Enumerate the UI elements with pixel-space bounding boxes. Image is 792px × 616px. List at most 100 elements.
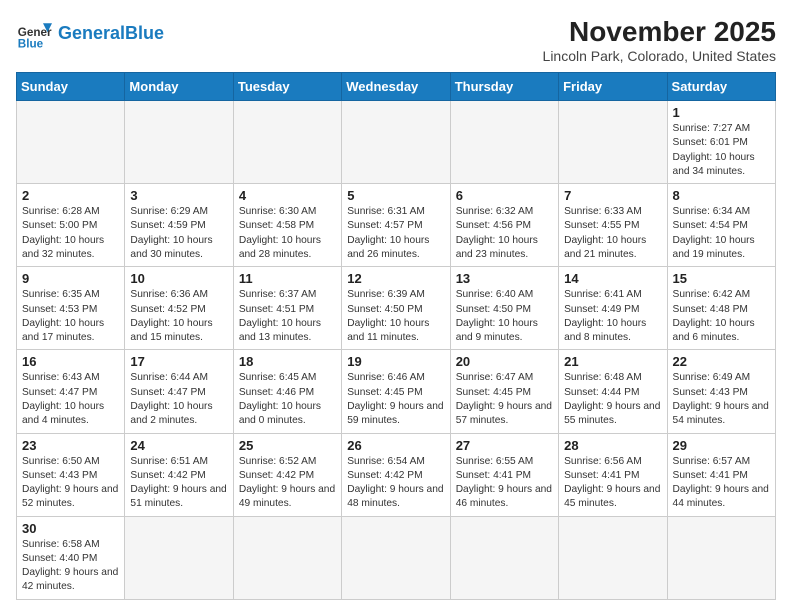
day-info: Sunrise: 6:49 AM Sunset: 4:43 PM Dayligh… <box>673 371 770 428</box>
day-number: 20 <box>456 354 553 369</box>
day-cell: 29Sunrise: 6:57 AM Sunset: 4:41 PM Dayli… <box>667 433 775 516</box>
day-number: 17 <box>130 354 227 369</box>
day-number: 25 <box>239 438 336 453</box>
day-number: 24 <box>130 438 227 453</box>
column-header-friday: Friday <box>559 73 667 101</box>
day-number: 13 <box>456 271 553 286</box>
day-info: Sunrise: 6:58 AM Sunset: 4:40 PM Dayligh… <box>22 538 119 595</box>
day-info: Sunrise: 6:36 AM Sunset: 4:52 PM Dayligh… <box>130 288 227 345</box>
day-cell: 17 Sunrise: 6:44 AM Sunset: 4:47 PM Dayli… <box>125 350 233 433</box>
day-number: 9 <box>22 271 119 286</box>
day-cell: 24 Sunrise: 6:51 AM Sunset: 4:42 PM Dayli… <box>125 433 233 516</box>
day-number: 8 <box>673 188 770 203</box>
logo-text: GeneralBlue <box>58 24 164 44</box>
column-header-thursday: Thursday <box>450 73 558 101</box>
svg-text:Blue: Blue <box>18 38 44 51</box>
week-row-1: 1 Sunrise: 7:27 AM Sunset: 6:01 PM Daylig… <box>17 101 776 184</box>
day-cell <box>17 101 125 184</box>
logo-icon: General Blue <box>16 16 52 52</box>
day-number: 27 <box>456 438 553 453</box>
day-number: 3 <box>130 188 227 203</box>
column-header-wednesday: Wednesday <box>342 73 450 101</box>
day-info: Sunrise: 6:43 AM Sunset: 4:47 PM Dayligh… <box>22 371 119 428</box>
day-cell: 19Sunrise: 6:46 AM Sunset: 4:45 PM Dayli… <box>342 350 450 433</box>
day-info: Sunrise: 6:39 AM Sunset: 4:50 PM Dayligh… <box>347 288 444 345</box>
day-number: 4 <box>239 188 336 203</box>
day-info: Sunrise: 6:31 AM Sunset: 4:57 PM Dayligh… <box>347 205 444 262</box>
week-row-5: 23 Sunrise: 6:50 AM Sunset: 4:43 PM Dayli… <box>17 433 776 516</box>
day-cell <box>125 101 233 184</box>
column-header-tuesday: Tuesday <box>233 73 341 101</box>
day-number: 29 <box>673 438 770 453</box>
day-number: 12 <box>347 271 444 286</box>
day-number: 1 <box>673 105 770 120</box>
day-cell <box>450 101 558 184</box>
day-number: 2 <box>22 188 119 203</box>
day-number: 15 <box>673 271 770 286</box>
day-cell <box>342 101 450 184</box>
day-cell: 21Sunrise: 6:48 AM Sunset: 4:44 PM Dayli… <box>559 350 667 433</box>
day-number: 6 <box>456 188 553 203</box>
day-cell <box>233 516 341 599</box>
calendar-header-row: SundayMondayTuesdayWednesdayThursdayFrid… <box>17 73 776 101</box>
day-number: 21 <box>564 354 661 369</box>
day-number: 5 <box>347 188 444 203</box>
week-row-2: 2Sunrise: 6:28 AM Sunset: 5:00 PM Daylig… <box>17 184 776 267</box>
day-cell: 12 Sunrise: 6:39 AM Sunset: 4:50 PM Dayli… <box>342 267 450 350</box>
day-number: 23 <box>22 438 119 453</box>
day-cell: 10Sunrise: 6:36 AM Sunset: 4:52 PM Dayli… <box>125 267 233 350</box>
week-row-4: 16 Sunrise: 6:43 AM Sunset: 4:47 PM Dayli… <box>17 350 776 433</box>
day-number: 11 <box>239 271 336 286</box>
day-info: Sunrise: 6:30 AM Sunset: 4:58 PM Dayligh… <box>239 205 336 262</box>
day-cell: 23 Sunrise: 6:50 AM Sunset: 4:43 PM Dayli… <box>17 433 125 516</box>
column-header-saturday: Saturday <box>667 73 775 101</box>
day-cell: 4 Sunrise: 6:30 AM Sunset: 4:58 PM Daylig… <box>233 184 341 267</box>
day-info: Sunrise: 6:45 AM Sunset: 4:46 PM Dayligh… <box>239 371 336 428</box>
day-number: 14 <box>564 271 661 286</box>
day-info: Sunrise: 6:52 AM Sunset: 4:42 PM Dayligh… <box>239 455 336 512</box>
day-number: 26 <box>347 438 444 453</box>
day-cell: 18 Sunrise: 6:45 AM Sunset: 4:46 PM Dayli… <box>233 350 341 433</box>
day-cell <box>559 101 667 184</box>
page-header: General Blue GeneralBlue November 2025 L… <box>16 16 776 64</box>
day-cell: 5 Sunrise: 6:31 AM Sunset: 4:57 PM Daylig… <box>342 184 450 267</box>
day-info: Sunrise: 7:27 AM Sunset: 6:01 PM Dayligh… <box>673 122 770 179</box>
day-cell: 14 Sunrise: 6:41 AM Sunset: 4:49 PM Dayli… <box>559 267 667 350</box>
day-number: 28 <box>564 438 661 453</box>
day-cell <box>667 516 775 599</box>
day-cell: 7 Sunrise: 6:33 AM Sunset: 4:55 PM Daylig… <box>559 184 667 267</box>
day-info: Sunrise: 6:42 AM Sunset: 4:48 PM Dayligh… <box>673 288 770 345</box>
day-info: Sunrise: 6:51 AM Sunset: 4:42 PM Dayligh… <box>130 455 227 512</box>
day-info: Sunrise: 6:41 AM Sunset: 4:49 PM Dayligh… <box>564 288 661 345</box>
day-cell: 9Sunrise: 6:35 AM Sunset: 4:53 PM Daylig… <box>17 267 125 350</box>
day-info: Sunrise: 6:44 AM Sunset: 4:47 PM Dayligh… <box>130 371 227 428</box>
day-number: 18 <box>239 354 336 369</box>
title-block: November 2025 Lincoln Park, Colorado, Un… <box>543 16 776 64</box>
column-header-sunday: Sunday <box>17 73 125 101</box>
day-info: Sunrise: 6:46 AM Sunset: 4:45 PM Dayligh… <box>347 371 444 428</box>
day-cell: 6Sunrise: 6:32 AM Sunset: 4:56 PM Daylig… <box>450 184 558 267</box>
day-cell: 22Sunrise: 6:49 AM Sunset: 4:43 PM Dayli… <box>667 350 775 433</box>
month-title: November 2025 <box>543 16 776 48</box>
week-row-3: 9Sunrise: 6:35 AM Sunset: 4:53 PM Daylig… <box>17 267 776 350</box>
day-cell: 30Sunrise: 6:58 AM Sunset: 4:40 PM Dayli… <box>17 516 125 599</box>
day-info: Sunrise: 6:33 AM Sunset: 4:55 PM Dayligh… <box>564 205 661 262</box>
day-info: Sunrise: 6:29 AM Sunset: 4:59 PM Dayligh… <box>130 205 227 262</box>
day-cell: 1 Sunrise: 7:27 AM Sunset: 6:01 PM Daylig… <box>667 101 775 184</box>
day-cell <box>125 516 233 599</box>
logo-general: General <box>58 23 125 43</box>
day-cell <box>233 101 341 184</box>
day-number: 7 <box>564 188 661 203</box>
day-cell: 15 Sunrise: 6:42 AM Sunset: 4:48 PM Dayli… <box>667 267 775 350</box>
day-info: Sunrise: 6:54 AM Sunset: 4:42 PM Dayligh… <box>347 455 444 512</box>
column-header-monday: Monday <box>125 73 233 101</box>
day-cell: 16 Sunrise: 6:43 AM Sunset: 4:47 PM Dayli… <box>17 350 125 433</box>
day-cell: 8Sunrise: 6:34 AM Sunset: 4:54 PM Daylig… <box>667 184 775 267</box>
logo-blue: Blue <box>125 23 164 43</box>
day-cell: 13Sunrise: 6:40 AM Sunset: 4:50 PM Dayli… <box>450 267 558 350</box>
location: Lincoln Park, Colorado, United States <box>543 48 776 64</box>
day-cell: 27Sunrise: 6:55 AM Sunset: 4:41 PM Dayli… <box>450 433 558 516</box>
day-info: Sunrise: 6:50 AM Sunset: 4:43 PM Dayligh… <box>22 455 119 512</box>
day-number: 16 <box>22 354 119 369</box>
logo: General Blue GeneralBlue <box>16 16 164 52</box>
